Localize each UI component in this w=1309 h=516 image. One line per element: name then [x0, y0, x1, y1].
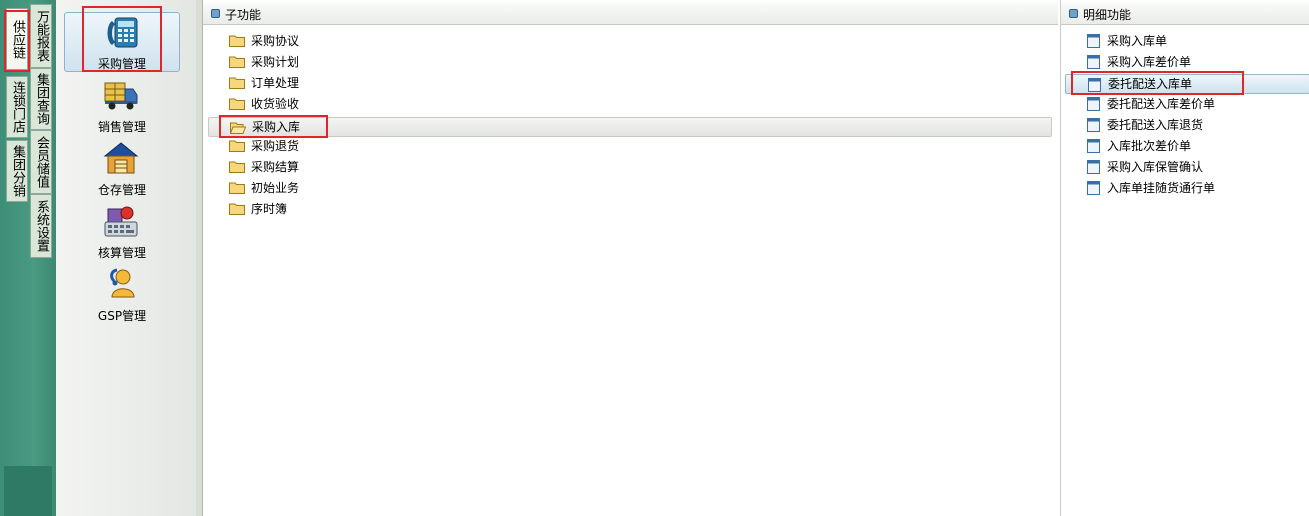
- sub-item[interactable]: 采购计划: [229, 52, 429, 72]
- tab-supply-chain[interactable]: 供应链: [6, 8, 28, 70]
- delivery-truck-icon: [104, 82, 138, 110]
- gsp-person-icon: [110, 268, 135, 298]
- document-icon: [1087, 55, 1100, 69]
- detail-panel-title: 明细功能: [1083, 8, 1132, 22]
- tab-group-query[interactable]: 集团查询: [30, 68, 52, 130]
- module-accounting[interactable]: 核算管理: [64, 202, 180, 262]
- vertical-tab-strip: 供应链 连锁门店 集团分销 万能报表 集团查询 会员储值 系统设置: [0, 0, 56, 516]
- open-folder-icon: [230, 122, 246, 134]
- document-icon: [1087, 139, 1100, 153]
- sub-item-label: 采购协议: [251, 34, 300, 48]
- sub-item-label: 序时簿: [251, 202, 288, 216]
- tab-system-settings[interactable]: 系统设置: [30, 194, 52, 258]
- warehouse-icon: [103, 142, 139, 174]
- folder-icon: [229, 98, 245, 110]
- tab-chain-store[interactable]: 连锁门店: [6, 76, 28, 138]
- sub-panel-title: 子功能: [225, 8, 262, 22]
- folder-icon: [229, 140, 245, 152]
- module-label: 仓存管理: [97, 183, 146, 197]
- sub-function-panel: 子功能 采购协议 采购计划 订单处理 收货验收 采购入库 采购退货 采购结算 初…: [203, 0, 1058, 516]
- module-label: 采购管理: [97, 57, 146, 71]
- document-icon: [1087, 160, 1100, 174]
- sub-item-label: 采购结算: [251, 160, 300, 174]
- detail-item[interactable]: 采购入库保管确认: [1087, 157, 1297, 177]
- tab-universal-report[interactable]: 万能报表: [30, 4, 52, 68]
- folder-icon: [229, 35, 245, 47]
- detail-item[interactable]: 采购入库差价单: [1087, 52, 1287, 72]
- document-icon: [1088, 78, 1101, 92]
- detail-panel-header: 明细功能: [1061, 2, 1309, 25]
- module-label: 销售管理: [97, 120, 146, 134]
- module-label: 核算管理: [97, 246, 146, 260]
- detail-item[interactable]: 委托配送入库差价单: [1087, 94, 1297, 114]
- folder-icon: [229, 56, 245, 68]
- sub-item-selected[interactable]: 采购入库: [208, 117, 1052, 137]
- sub-item-label: 采购计划: [251, 55, 300, 69]
- detail-item-selected[interactable]: 委托配送入库单: [1065, 74, 1309, 94]
- header-bullet-icon: [1069, 9, 1078, 18]
- tab-member-stored-value[interactable]: 会员储值: [30, 130, 52, 194]
- tab-group-distribution[interactable]: 集团分销: [6, 140, 28, 202]
- detail-item-label: 入库批次差价单: [1107, 139, 1192, 153]
- module-sales[interactable]: 销售管理: [64, 76, 180, 136]
- sub-item-label: 初始业务: [251, 181, 300, 195]
- sub-item-label: 收货验收: [251, 97, 300, 111]
- module-warehouse[interactable]: 仓存管理: [64, 139, 180, 199]
- detail-item[interactable]: 入库单挂随货通行单: [1087, 178, 1302, 198]
- detail-item[interactable]: 入库批次差价单: [1087, 136, 1297, 156]
- sub-item-label: 订单处理: [251, 76, 300, 90]
- sub-panel-header: 子功能: [203, 2, 1058, 25]
- detail-item-label: 采购入库差价单: [1107, 55, 1192, 69]
- document-icon: [1087, 118, 1100, 132]
- sub-item[interactable]: 采购协议: [229, 31, 429, 51]
- detail-item-label: 委托配送入库差价单: [1107, 97, 1216, 111]
- folder-icon: [229, 203, 245, 215]
- module-gsp[interactable]: GSP管理: [64, 265, 180, 325]
- detail-item-label: 入库单挂随货通行单: [1107, 181, 1216, 195]
- detail-item[interactable]: 委托配送入库退货: [1087, 115, 1297, 135]
- detail-item-label: 采购入库单: [1107, 34, 1168, 48]
- sub-item[interactable]: 序时簿: [229, 199, 429, 219]
- accounting-keyboard-icon: [104, 206, 138, 237]
- detail-item-label: 采购入库保管确认: [1107, 160, 1204, 174]
- document-icon: [1087, 181, 1100, 195]
- header-bullet-icon: [211, 9, 220, 18]
- detail-item-label: 委托配送入库退货: [1107, 118, 1204, 132]
- strip-footer: [4, 466, 52, 516]
- module-purchase[interactable]: 采购管理: [64, 12, 180, 72]
- phone-calculator-icon: [107, 17, 138, 48]
- sub-item[interactable]: 采购退货: [229, 136, 429, 156]
- document-icon: [1087, 34, 1100, 48]
- module-panel: 采购管理 销售管理 仓存管理 核算管理 GSP管理: [56, 0, 197, 516]
- detail-item[interactable]: 采购入库单: [1087, 31, 1287, 51]
- sub-item-label: 采购入库: [252, 120, 301, 134]
- document-icon: [1087, 97, 1100, 111]
- sub-item[interactable]: 初始业务: [229, 178, 429, 198]
- sub-item-label: 采购退货: [251, 139, 300, 153]
- sub-item[interactable]: 订单处理: [229, 73, 429, 93]
- detail-item-label: 委托配送入库单: [1108, 77, 1193, 91]
- detail-function-panel: 明细功能 采购入库单 采购入库差价单 委托配送入库单 委托配送入库差价单 委托配…: [1060, 0, 1309, 516]
- splitter[interactable]: [196, 0, 203, 516]
- sub-item[interactable]: 采购结算: [229, 157, 429, 177]
- sub-item[interactable]: 收货验收: [229, 94, 429, 114]
- folder-icon: [229, 182, 245, 194]
- module-label: GSP管理: [97, 309, 147, 323]
- folder-icon: [229, 161, 245, 173]
- folder-icon: [229, 77, 245, 89]
